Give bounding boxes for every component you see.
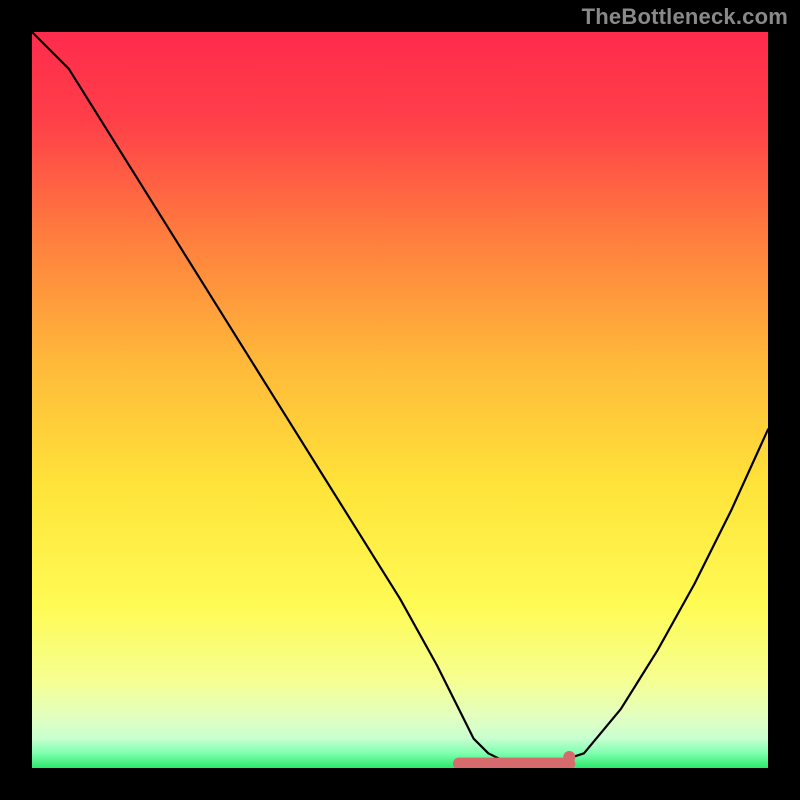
optimal-point-marker [563,751,575,763]
watermark-label: TheBottleneck.com [582,4,788,30]
chart-frame: TheBottleneck.com [0,0,800,800]
plot-area [32,32,768,768]
curve-line [32,32,768,764]
bottleneck-curve [32,32,768,768]
